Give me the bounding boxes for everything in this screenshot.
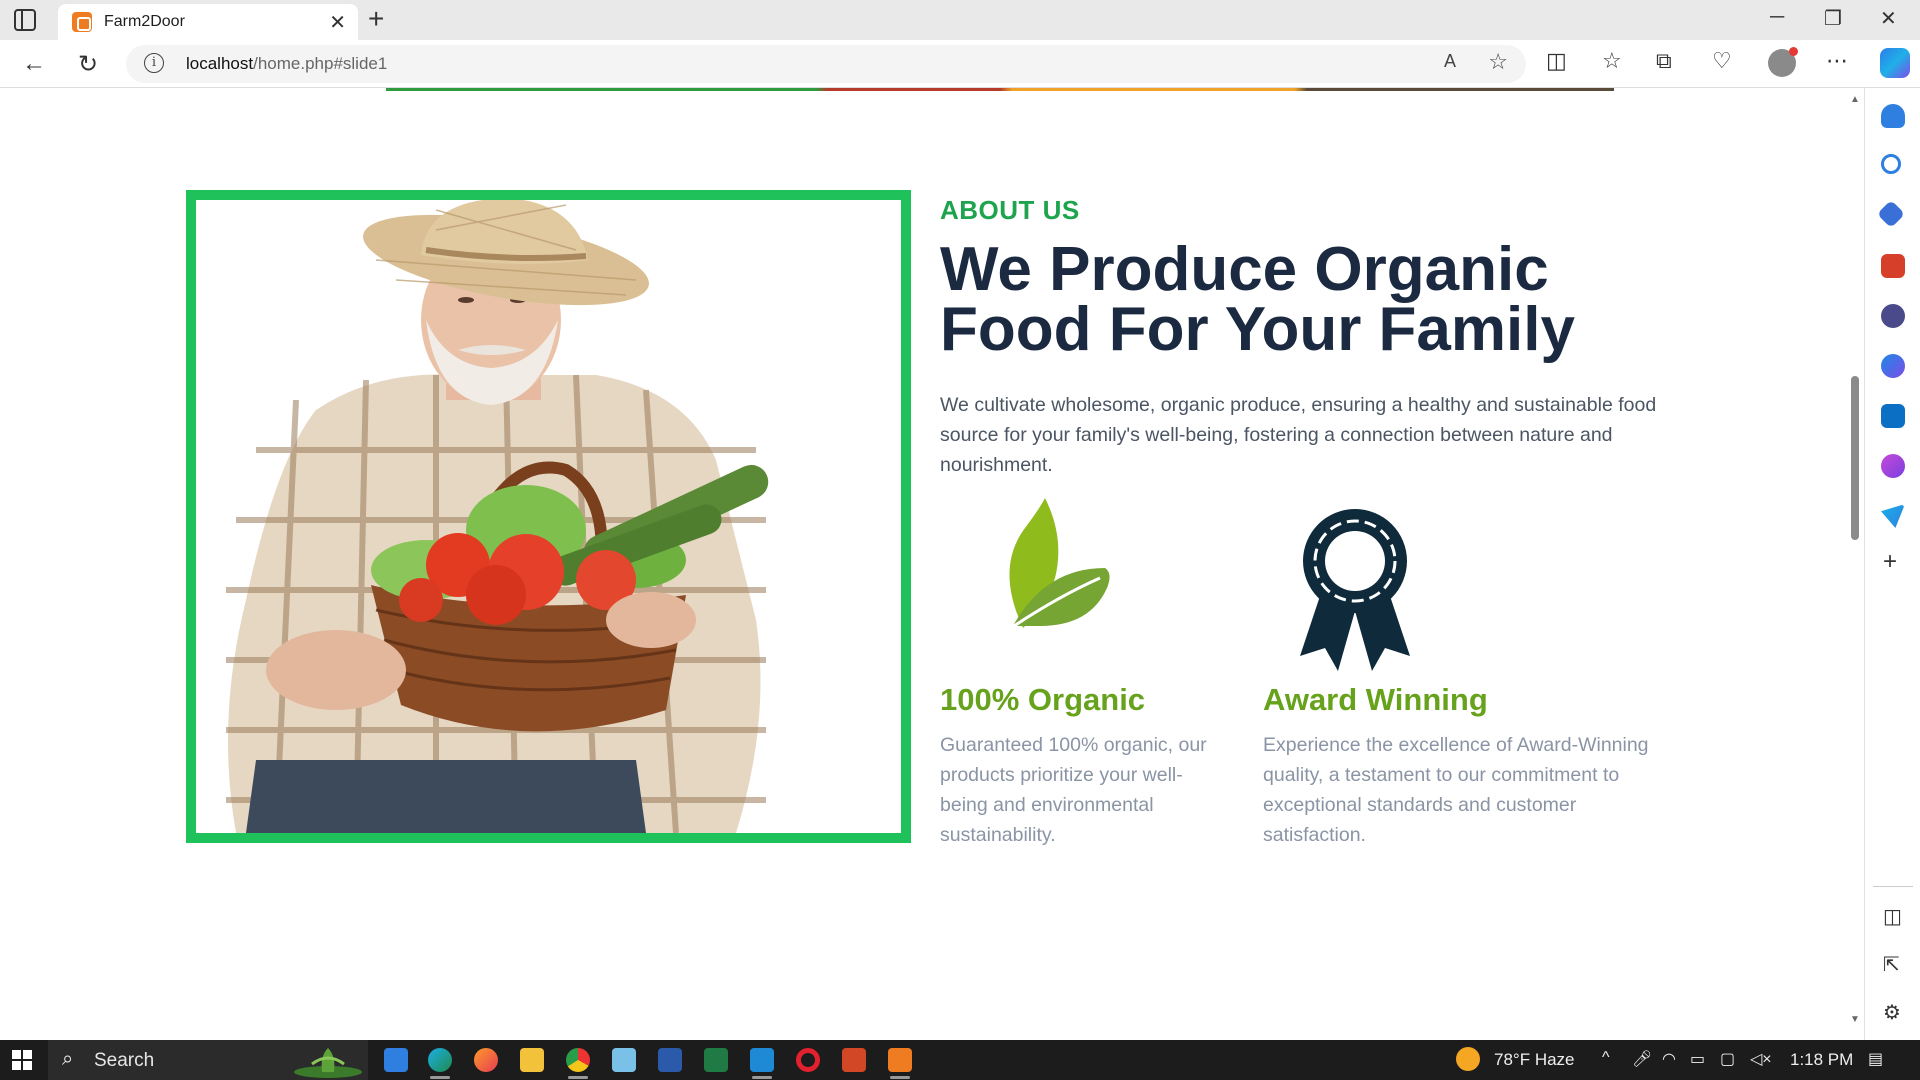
- games-icon[interactable]: [1881, 304, 1905, 328]
- scroll-thumb[interactable]: [1851, 376, 1859, 540]
- scroll-up-arrow-icon[interactable]: ▲: [1850, 94, 1860, 105]
- weather-sun-icon[interactable]: [1456, 1047, 1480, 1071]
- copilot-icon[interactable]: [1880, 48, 1910, 78]
- favorites-icon[interactable]: ☆: [1602, 48, 1622, 74]
- taskbar-search-label: Search: [94, 1050, 155, 1071]
- tab-actions-icon[interactable]: [14, 9, 36, 31]
- sidebar-settings-icon[interactable]: ⚙: [1883, 1000, 1901, 1025]
- search-icon[interactable]: [1881, 154, 1901, 174]
- feature-title-award: Award Winning: [1263, 682, 1488, 717]
- hide-sidebar-icon[interactable]: ◫: [1883, 904, 1902, 929]
- previous-slide-edge: [386, 88, 1614, 91]
- about-headline: We Produce Organic Food For Your Family: [940, 235, 1575, 364]
- url-text[interactable]: localhost/home.php#slide1: [186, 54, 387, 74]
- more-options-icon[interactable]: ⋯: [1826, 48, 1848, 74]
- tab-close-icon[interactable]: ✕: [329, 10, 346, 35]
- weather-text[interactable]: 78°F Haze: [1494, 1050, 1575, 1070]
- favorite-star-icon[interactable]: ☆: [1488, 49, 1508, 75]
- microphone-icon[interactable]: 🎤︎: [1632, 1049, 1652, 1069]
- wifi-icon[interactable]: ◠: [1662, 1049, 1676, 1069]
- farmer-with-basket-image: [196, 200, 901, 833]
- camera-icon[interactable]: ▢: [1720, 1049, 1735, 1069]
- minimize-icon[interactable]: ─: [1770, 6, 1784, 29]
- refresh-icon[interactable]: ↻: [78, 50, 98, 79]
- profile-avatar[interactable]: [1768, 47, 1798, 77]
- about-us-label: ABOUT US: [940, 195, 1080, 225]
- browser-tab-bar: Farm2Door ✕ + ─ ❐ ✕: [0, 0, 1920, 40]
- address-bar[interactable]: i localhost/home.php#slide1 A ☆: [126, 45, 1526, 83]
- excel-app-icon[interactable]: [704, 1048, 728, 1072]
- feature-text-organic: Guaranteed 100% organic, our products pr…: [940, 734, 1207, 846]
- restore-icon[interactable]: ❐: [1824, 6, 1842, 31]
- browser-tab[interactable]: Farm2Door ✕: [58, 4, 358, 40]
- shopping-tag-icon[interactable]: [1876, 199, 1906, 229]
- feature-title-organic: 100% Organic: [940, 682, 1146, 717]
- mail-app-icon[interactable]: [384, 1048, 408, 1072]
- page-scrollbar[interactable]: ▲ ▼: [1846, 88, 1864, 1040]
- chrome-active-indicator: [568, 1076, 588, 1079]
- back-icon[interactable]: ←: [22, 50, 46, 78]
- feature-text-award: Experience the excellence of Award-Winni…: [1263, 734, 1649, 846]
- tools-icon[interactable]: [1881, 254, 1905, 278]
- scroll-down-arrow-icon[interactable]: ▼: [1850, 1014, 1860, 1025]
- about-description: We cultivate wholesome, organic produce,…: [940, 394, 1657, 476]
- outlook-icon[interactable]: [1881, 404, 1905, 428]
- split-screen-icon[interactable]: ◫: [1546, 48, 1567, 74]
- designer-icon[interactable]: [1881, 454, 1905, 478]
- notification-center-icon[interactable]: ▤: [1868, 1049, 1883, 1069]
- browser-toolbar: ← ↻ i localhost/home.php#slide1 A ☆ ◫ ☆ …: [0, 40, 1920, 88]
- xampp-app-icon[interactable]: [888, 1048, 912, 1072]
- microsoft365-icon[interactable]: [1881, 354, 1905, 378]
- award-ribbon-icon: [1300, 506, 1410, 679]
- tray-overflow-chevron-icon[interactable]: ^: [1602, 1049, 1610, 1067]
- send-drop-icon[interactable]: [1881, 504, 1905, 528]
- windows-start-icon[interactable]: [12, 1050, 32, 1070]
- taskbar-search-box[interactable]: ⌕ Search: [48, 1040, 368, 1080]
- collections-icon[interactable]: ⧉: [1656, 48, 1672, 74]
- clock-time[interactable]: 1:18 PM: [1790, 1050, 1853, 1070]
- edge-app-icon[interactable]: [428, 1048, 452, 1072]
- xampp-active-indicator: [890, 1076, 910, 1079]
- browser-essentials-icon[interactable]: ♡: [1712, 48, 1732, 74]
- new-tab-icon[interactable]: +: [368, 3, 384, 35]
- sidebar-divider: [1873, 886, 1913, 887]
- firefox-app-icon[interactable]: [474, 1048, 498, 1072]
- edge-sidebar: + ◫ ⇱ ⚙: [1864, 88, 1920, 1040]
- read-aloud-icon[interactable]: A: [1444, 51, 1456, 72]
- powerpoint-app-icon[interactable]: [842, 1048, 866, 1072]
- vscode-active-indicator: [752, 1076, 772, 1079]
- opera-app-icon[interactable]: [796, 1048, 820, 1072]
- vscode-app-icon[interactable]: [750, 1048, 774, 1072]
- windows-taskbar: ⌕ Search 78°F Haze ^ 🎤︎ ◠ ▭ ▢ ◁× 1:18 PM…: [0, 1040, 1920, 1080]
- external-link-icon[interactable]: ⇱: [1883, 952, 1900, 977]
- tab-title: Farm2Door: [104, 13, 185, 30]
- farmer-photo: [186, 190, 911, 843]
- add-sidebar-app-icon[interactable]: +: [1883, 548, 1897, 576]
- page-viewport: ABOUT US We Produce Organic Food For You…: [0, 88, 1864, 1040]
- window-close-icon[interactable]: ✕: [1880, 6, 1897, 31]
- word-app-icon[interactable]: [658, 1048, 682, 1072]
- chrome-app-icon[interactable]: [566, 1048, 590, 1072]
- taskbar-search-icon: ⌕: [62, 1048, 74, 1070]
- xampp-favicon-icon: [72, 12, 92, 32]
- notifications-bell-icon[interactable]: [1881, 104, 1905, 128]
- search-highlight-illustration-icon: [294, 1048, 362, 1078]
- site-info-icon[interactable]: i: [144, 53, 164, 73]
- leaf-icon: [985, 498, 1115, 638]
- battery-icon[interactable]: ▭: [1690, 1049, 1705, 1069]
- notepad-app-icon[interactable]: [612, 1048, 636, 1072]
- volume-muted-icon[interactable]: ◁×: [1750, 1049, 1772, 1069]
- file-explorer-icon[interactable]: [520, 1048, 544, 1072]
- edge-active-indicator: [430, 1076, 450, 1079]
